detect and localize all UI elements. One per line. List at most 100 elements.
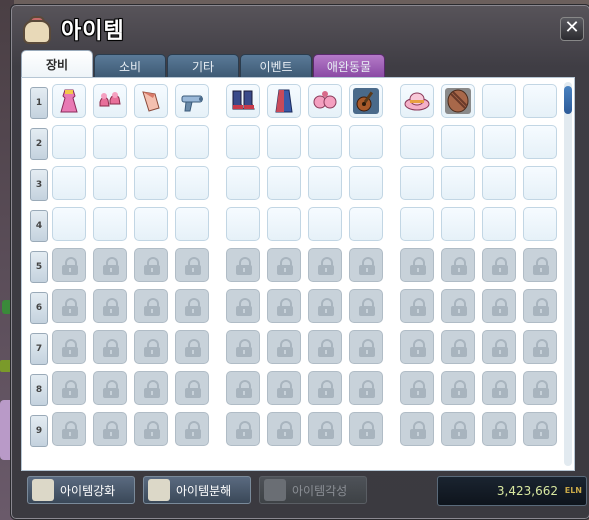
locked-slot[interactable] (308, 371, 342, 405)
locked-slot[interactable] (93, 289, 127, 323)
locked-slot[interactable] (52, 248, 86, 282)
locked-slot[interactable] (400, 412, 434, 446)
scrollbar[interactable] (564, 82, 572, 466)
empty-slot[interactable] (308, 166, 342, 200)
locked-slot[interactable] (441, 412, 475, 446)
item-disassemble-button[interactable]: 아이템분해 (143, 476, 251, 504)
locked-slot[interactable] (400, 289, 434, 323)
empty-slot[interactable] (175, 166, 209, 200)
locked-slot[interactable] (267, 248, 301, 282)
empty-slot[interactable] (134, 125, 168, 159)
item-slot[interactable] (308, 84, 342, 118)
locked-slot[interactable] (441, 248, 475, 282)
empty-slot[interactable] (400, 166, 434, 200)
locked-slot[interactable] (441, 330, 475, 364)
empty-slot[interactable] (523, 166, 557, 200)
locked-slot[interactable] (523, 248, 557, 282)
item-awaken-button[interactable]: 아이템각성 (259, 476, 367, 504)
locked-slot[interactable] (93, 330, 127, 364)
empty-slot[interactable] (441, 166, 475, 200)
locked-slot[interactable] (482, 289, 516, 323)
item-slot[interactable] (175, 84, 209, 118)
empty-slot[interactable] (349, 207, 383, 241)
locked-slot[interactable] (523, 412, 557, 446)
locked-slot[interactable] (175, 289, 209, 323)
empty-slot[interactable] (441, 125, 475, 159)
locked-slot[interactable] (482, 371, 516, 405)
empty-slot[interactable] (226, 166, 260, 200)
item-enhance-button[interactable]: 아이템강화 (27, 476, 135, 504)
locked-slot[interactable] (52, 289, 86, 323)
empty-slot[interactable] (482, 207, 516, 241)
empty-slot[interactable] (93, 125, 127, 159)
locked-slot[interactable] (134, 289, 168, 323)
locked-slot[interactable] (134, 330, 168, 364)
item-slot[interactable] (52, 84, 86, 118)
empty-slot[interactable] (52, 166, 86, 200)
locked-slot[interactable] (226, 248, 260, 282)
empty-slot[interactable] (134, 166, 168, 200)
locked-slot[interactable] (93, 248, 127, 282)
locked-slot[interactable] (134, 371, 168, 405)
locked-slot[interactable] (349, 330, 383, 364)
tab-event[interactable]: 이벤트 (240, 54, 312, 77)
item-slot[interactable] (349, 84, 383, 118)
locked-slot[interactable] (52, 330, 86, 364)
locked-slot[interactable] (400, 330, 434, 364)
empty-slot[interactable] (523, 84, 557, 118)
locked-slot[interactable] (400, 248, 434, 282)
tab-etc[interactable]: 기타 (167, 54, 239, 77)
locked-slot[interactable] (93, 412, 127, 446)
scrollbar-thumb[interactable] (564, 86, 572, 114)
empty-slot[interactable] (93, 166, 127, 200)
item-slot[interactable] (267, 84, 301, 118)
empty-slot[interactable] (134, 207, 168, 241)
empty-slot[interactable] (349, 125, 383, 159)
locked-slot[interactable] (175, 330, 209, 364)
empty-slot[interactable] (267, 125, 301, 159)
locked-slot[interactable] (482, 412, 516, 446)
empty-slot[interactable] (482, 84, 516, 118)
title-bar[interactable]: 아이템 (19, 11, 125, 47)
locked-slot[interactable] (400, 371, 434, 405)
empty-slot[interactable] (441, 207, 475, 241)
item-slot[interactable] (93, 84, 127, 118)
tab-use[interactable]: 소비 (94, 54, 166, 77)
empty-slot[interactable] (482, 125, 516, 159)
locked-slot[interactable] (175, 412, 209, 446)
item-slot[interactable] (400, 84, 434, 118)
close-button[interactable]: ✕ (560, 17, 584, 41)
locked-slot[interactable] (349, 248, 383, 282)
empty-slot[interactable] (226, 125, 260, 159)
tab-pet[interactable]: 애완동물 (313, 54, 385, 77)
locked-slot[interactable] (267, 371, 301, 405)
locked-slot[interactable] (523, 371, 557, 405)
locked-slot[interactable] (441, 371, 475, 405)
locked-slot[interactable] (482, 330, 516, 364)
locked-slot[interactable] (93, 371, 127, 405)
locked-slot[interactable] (308, 248, 342, 282)
locked-slot[interactable] (308, 412, 342, 446)
locked-slot[interactable] (226, 371, 260, 405)
locked-slot[interactable] (134, 412, 168, 446)
locked-slot[interactable] (226, 289, 260, 323)
empty-slot[interactable] (93, 207, 127, 241)
empty-slot[interactable] (226, 207, 260, 241)
empty-slot[interactable] (349, 166, 383, 200)
locked-slot[interactable] (267, 412, 301, 446)
item-slot[interactable] (441, 84, 475, 118)
item-slot[interactable] (226, 84, 260, 118)
locked-slot[interactable] (349, 371, 383, 405)
locked-slot[interactable] (52, 412, 86, 446)
empty-slot[interactable] (175, 207, 209, 241)
tab-equip[interactable]: 장비 (21, 50, 93, 77)
empty-slot[interactable] (523, 125, 557, 159)
empty-slot[interactable] (267, 166, 301, 200)
locked-slot[interactable] (267, 289, 301, 323)
locked-slot[interactable] (308, 330, 342, 364)
locked-slot[interactable] (523, 289, 557, 323)
locked-slot[interactable] (482, 248, 516, 282)
empty-slot[interactable] (267, 207, 301, 241)
locked-slot[interactable] (134, 248, 168, 282)
locked-slot[interactable] (175, 371, 209, 405)
